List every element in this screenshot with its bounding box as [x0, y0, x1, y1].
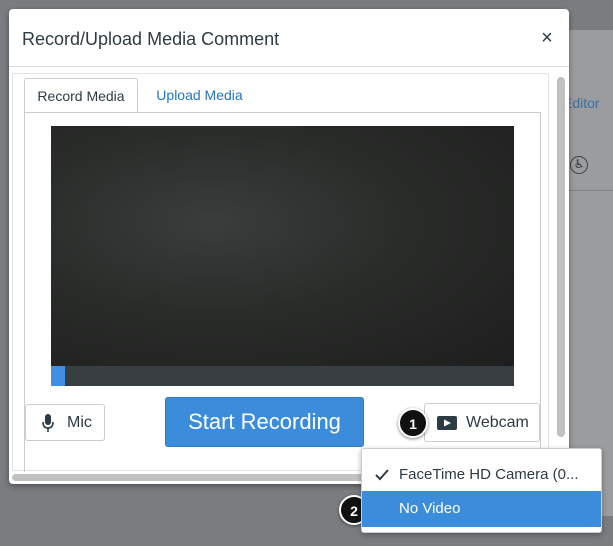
dialog-title: Record/Upload Media Comment — [22, 29, 280, 49]
checkmark-icon — [375, 469, 389, 481]
dialog-header: Record/Upload Media Comment × — [9, 9, 569, 67]
audio-level-fill — [51, 366, 65, 386]
microphone-icon — [42, 414, 54, 432]
menu-item-label: FaceTime HD Camera (0... — [399, 466, 579, 483]
webcam-label: Webcam — [466, 414, 529, 431]
close-button[interactable]: × — [537, 27, 557, 49]
tab-record-media[interactable]: Record Media — [24, 78, 138, 113]
media-comment-dialog: Record/Upload Media Comment × Record Med… — [9, 9, 569, 484]
audio-level-bar — [51, 366, 514, 386]
menu-item-label: No Video — [399, 500, 461, 517]
webcam-preview — [51, 126, 514, 366]
editor-link[interactable]: Editor — [563, 95, 611, 111]
mic-button[interactable]: Mic — [25, 404, 105, 441]
camera-dropdown-menu: FaceTime HD Camera (0... No Video — [361, 448, 602, 533]
vertical-scroll-thumb[interactable] — [557, 77, 565, 437]
callout-badge-1: 1 — [398, 408, 428, 438]
tab-upload-media[interactable]: Upload Media — [147, 78, 252, 113]
accessibility-icon[interactable]: ♿ — [570, 156, 588, 174]
video-camera-icon — [437, 416, 457, 430]
menu-item-no-video[interactable]: No Video — [362, 491, 601, 527]
dialog-body: Record Media Upload Media Mic Start Reco… — [9, 67, 569, 484]
menu-item-facetime-camera[interactable]: FaceTime HD Camera (0... — [362, 457, 601, 493]
mic-label: Mic — [67, 414, 92, 431]
webcam-button[interactable]: Webcam — [424, 403, 540, 442]
start-recording-button[interactable]: Start Recording — [165, 397, 364, 447]
